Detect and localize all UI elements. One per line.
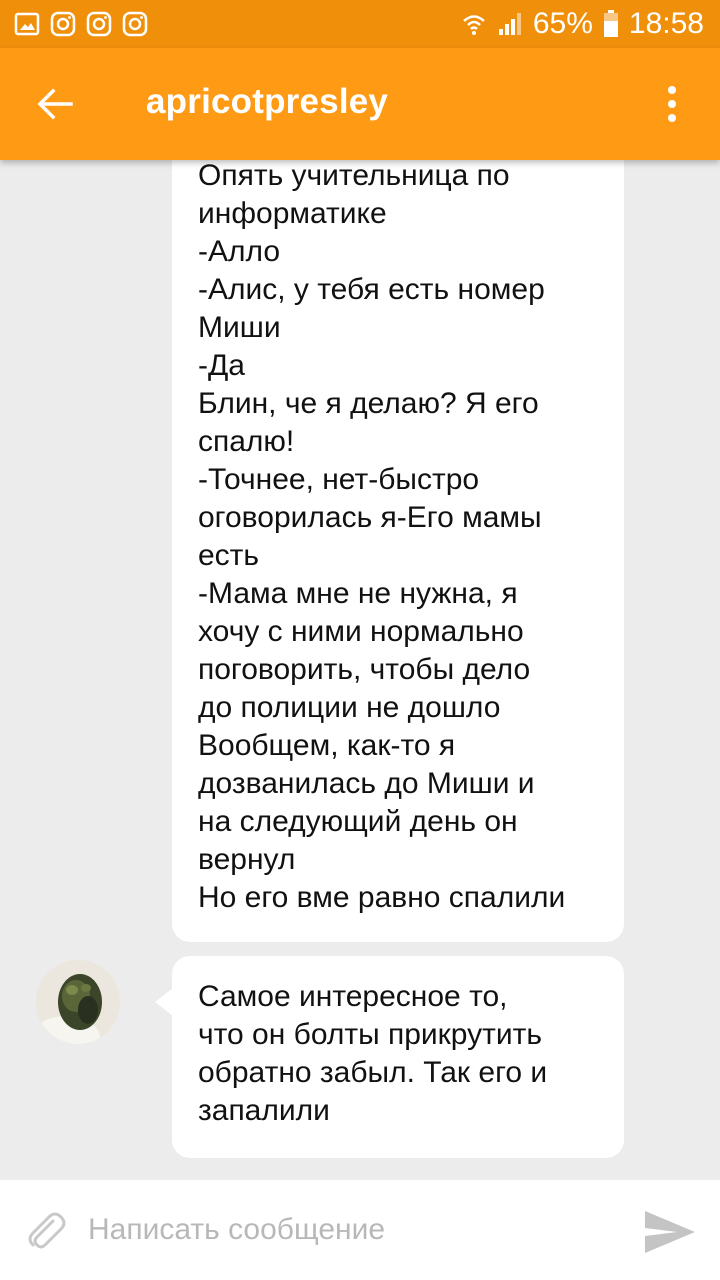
signal-icon <box>498 13 521 35</box>
paperclip-icon <box>28 1212 66 1249</box>
bubble-tail <box>155 988 173 1016</box>
send-icon <box>645 1211 695 1253</box>
message-bubble[interactable]: Опять учительница по информатике -Алло -… <box>172 160 624 942</box>
more-options-button[interactable] <box>650 78 694 130</box>
status-bar: 65% 18:58 <box>0 0 720 48</box>
instagram-icon <box>86 11 112 37</box>
notification-icons <box>14 11 148 37</box>
system-status: 65% 18:58 <box>461 7 704 41</box>
clock: 18:58 <box>628 7 704 40</box>
wifi-icon <box>463 15 485 35</box>
app-bar: apricotpresley <box>0 48 720 160</box>
message-input[interactable] <box>88 1202 608 1258</box>
avatar-image <box>36 960 120 1044</box>
back-button[interactable] <box>30 84 80 124</box>
gallery-icon <box>14 12 40 36</box>
battery-percent: 65% <box>532 7 593 40</box>
instagram-icon <box>122 11 148 37</box>
avatar[interactable] <box>36 960 120 1044</box>
arrow-left-icon <box>37 88 73 120</box>
send-button[interactable] <box>640 1204 700 1260</box>
more-vert-icon <box>668 86 676 122</box>
chat-title[interactable]: apricotpresley <box>146 82 388 122</box>
attach-button[interactable] <box>22 1206 72 1256</box>
message-bubble[interactable]: Самое интересное то, что он болты прикру… <box>172 956 624 1158</box>
battery-icon <box>603 10 618 37</box>
instagram-icon <box>50 11 76 37</box>
composer-bar <box>0 1180 720 1280</box>
message-list[interactable]: Опять учительница по информатике -Алло -… <box>0 160 720 1180</box>
